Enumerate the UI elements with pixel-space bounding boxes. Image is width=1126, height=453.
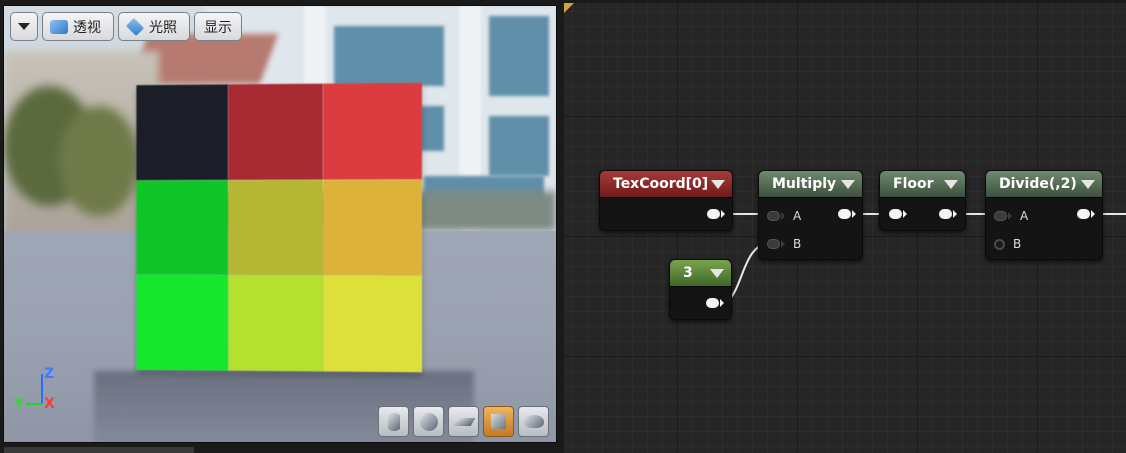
divide-output-pin[interactable] (1077, 209, 1095, 219)
multiply-node[interactable]: Multiply A B (758, 170, 863, 260)
multiply-node-title: Multiply (772, 176, 837, 192)
floor-input-pin[interactable] (889, 209, 907, 219)
building-window (334, 26, 444, 86)
input-pin-icon (889, 209, 902, 219)
teapot-preview-button[interactable] (518, 406, 549, 437)
constant-node[interactable]: 3 (669, 259, 732, 320)
collapse-triangle-icon[interactable] (710, 268, 724, 278)
collapse-triangle-icon[interactable] (944, 179, 958, 189)
floor-node[interactable]: Floor (879, 170, 966, 231)
pin-label: A (1020, 209, 1029, 223)
tree (59, 106, 139, 216)
input-pin-icon (767, 239, 780, 249)
floor-output-pin[interactable] (939, 209, 957, 219)
perspective-icon (50, 19, 68, 34)
texcoord-node-title: TexCoord[0] (613, 176, 709, 192)
checker-cell (323, 82, 423, 180)
sphere-preview-icon (419, 412, 438, 431)
divide-node-title: Divide(,2) (999, 176, 1077, 192)
cylinder-preview-icon (387, 412, 400, 431)
texcoord-node-header[interactable]: TexCoord[0] (600, 171, 732, 198)
building-window (489, 16, 549, 96)
x-axis-label: X (44, 396, 55, 412)
plane-preview-icon (452, 417, 475, 426)
divide-input-a[interactable]: A (994, 209, 1028, 223)
perspective-button[interactable]: 透视 (42, 12, 114, 41)
plane-preview-button[interactable] (448, 406, 479, 437)
pin-arrow-icon (953, 210, 957, 218)
unconnected-pin-icon (994, 238, 1005, 250)
multiply-input-b[interactable]: B (767, 237, 801, 251)
checker-cell (228, 83, 324, 181)
multiply-input-a[interactable]: A (767, 209, 801, 223)
lit-cube-icon (125, 17, 145, 36)
pin-arrow-icon (721, 210, 725, 218)
pin-label: B (793, 237, 802, 251)
pin-arrow-icon (781, 212, 785, 220)
show-button[interactable]: 显示 (194, 12, 242, 41)
divide-node-header[interactable]: Divide(,2) (986, 171, 1102, 198)
multiply-node-header[interactable]: Multiply (759, 171, 862, 198)
perspective-label: 透视 (73, 19, 101, 36)
z-axis-label: Z (44, 366, 55, 382)
show-label: 显示 (204, 19, 232, 36)
floor-node-header[interactable]: Floor (880, 171, 965, 198)
lit-button[interactable]: 光照 (118, 12, 190, 41)
collapse-triangle-icon[interactable] (841, 179, 855, 189)
output-pin-icon (939, 209, 952, 219)
input-pin-icon (767, 211, 780, 221)
pin-arrow-icon (1091, 210, 1095, 218)
floor-node-title: Floor (893, 176, 934, 192)
pin-label: B (1013, 237, 1022, 251)
viewport-options-dropdown[interactable] (10, 12, 38, 41)
input-pin-icon (994, 211, 1007, 221)
cube-preview-button[interactable] (483, 406, 514, 437)
material-preview-viewport[interactable]: 透视 光照 显示 Z Y X (3, 5, 557, 443)
material-graph-canvas[interactable]: TexCoord[0] 3 Multiply A B Floor Divide(… (564, 3, 1126, 453)
output-pin-icon (838, 209, 851, 219)
cylinder-preview-button[interactable] (378, 406, 409, 437)
texcoord-output-pin[interactable] (707, 209, 725, 219)
checker-cell (228, 274, 324, 372)
y-axis-label: Y (14, 396, 25, 412)
teapot-preview-icon (523, 415, 544, 428)
z-axis-line (41, 374, 43, 404)
viewport-tab-strip (4, 447, 194, 453)
pin-label: A (793, 209, 802, 223)
collapse-triangle-icon[interactable] (711, 179, 725, 189)
constant-output-pin[interactable] (706, 298, 724, 308)
pin-arrow-icon (903, 210, 907, 218)
output-pin-icon (706, 298, 719, 308)
pin-arrow-icon (852, 210, 856, 218)
cube-preview-icon (491, 414, 506, 429)
chevron-down-icon (18, 23, 30, 30)
output-pin-icon (1077, 209, 1090, 219)
divide-input-b[interactable]: B (994, 237, 1021, 251)
checker-cell (323, 275, 423, 373)
multiply-output-pin[interactable] (838, 209, 856, 219)
checker-cell (323, 179, 423, 276)
building-window (489, 116, 549, 176)
constant-node-header[interactable]: 3 (670, 260, 731, 287)
pin-arrow-icon (781, 240, 785, 248)
checker-cube-preview (136, 82, 423, 373)
pin-arrow-icon (1008, 212, 1012, 220)
divide-node[interactable]: Divide(,2) A B (985, 170, 1103, 260)
checker-cell (136, 84, 229, 181)
pin-arrow-icon (720, 299, 724, 307)
y-axis-line (26, 403, 43, 405)
checker-cell (228, 179, 324, 276)
sphere-preview-button[interactable] (413, 406, 444, 437)
lit-label: 光照 (149, 19, 177, 36)
checker-cell (136, 180, 229, 275)
constant-node-title: 3 (683, 265, 693, 281)
output-pin-icon (707, 209, 720, 219)
collapse-triangle-icon[interactable] (1081, 179, 1095, 189)
texcoord-node[interactable]: TexCoord[0] (599, 170, 733, 231)
checker-cell (136, 274, 229, 371)
